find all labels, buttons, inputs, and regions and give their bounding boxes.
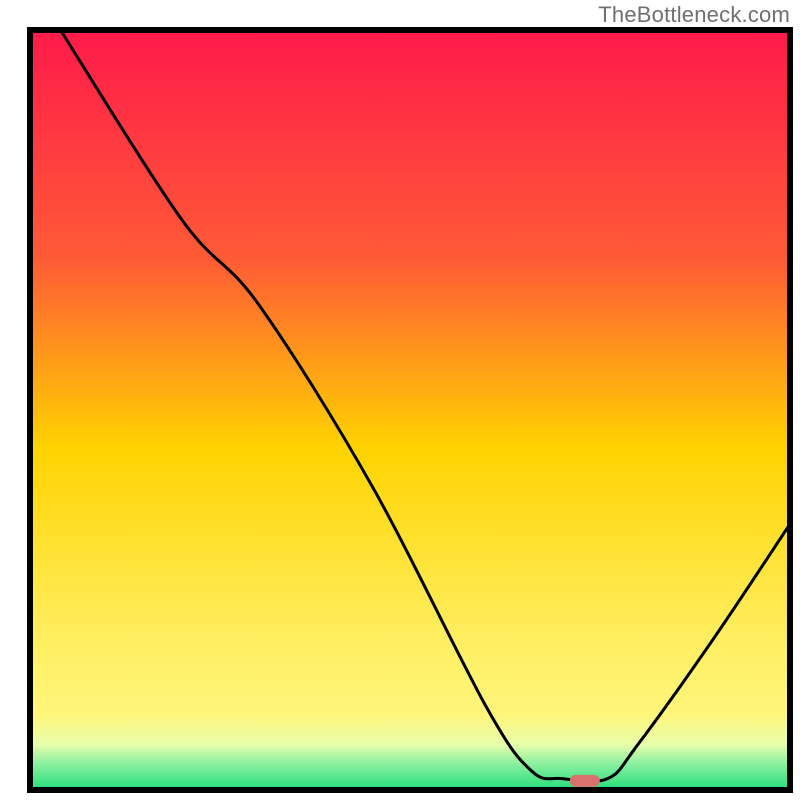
bottleneck-chart [0, 0, 800, 800]
chart-container: TheBottleneck.com [0, 0, 800, 800]
optimum-marker [570, 775, 600, 787]
gradient-background [30, 30, 790, 790]
watermark-text: TheBottleneck.com [598, 2, 790, 28]
